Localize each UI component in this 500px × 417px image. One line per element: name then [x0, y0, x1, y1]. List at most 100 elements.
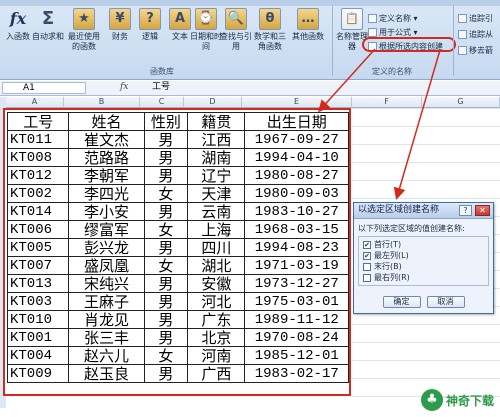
close-button[interactable]: ✕ — [475, 205, 490, 216]
header-cell[interactable]: 工号 — [6, 112, 70, 131]
table-cell[interactable]: 1980-09-03 — [244, 184, 349, 203]
header-cell[interactable]: 出生日期 — [244, 112, 349, 131]
header-cell[interactable]: 姓名 — [68, 112, 145, 131]
table-cell[interactable]: KT007 — [6, 256, 70, 275]
table-cell[interactable]: 男 — [143, 310, 189, 329]
ok-button[interactable]: 确定 — [382, 296, 421, 308]
table-cell[interactable]: 王麻子 — [68, 292, 145, 311]
table-cell[interactable]: KT013 — [6, 274, 70, 293]
table-cell[interactable]: KT005 — [6, 238, 70, 257]
table-cell[interactable]: 缪富军 — [68, 220, 145, 239]
table-cell[interactable]: 北京 — [187, 328, 246, 347]
table-cell[interactable]: 男 — [143, 274, 189, 293]
trace-dependents-command[interactable]: 追踪从 — [458, 28, 493, 40]
checkbox-left-column[interactable]: ✔ — [363, 251, 371, 260]
column-header-c[interactable]: C — [140, 97, 184, 108]
table-cell[interactable]: 男 — [143, 364, 189, 383]
table-cell[interactable]: 1970-08-24 — [244, 328, 349, 347]
table-cell[interactable]: 范路路 — [68, 148, 145, 167]
table-cell[interactable]: 崔文杰 — [68, 130, 145, 149]
table-cell[interactable]: 四川 — [187, 238, 246, 257]
table-cell[interactable]: 湖南 — [187, 148, 246, 167]
table-cell[interactable]: 天津 — [187, 184, 246, 203]
lookup-reference-button[interactable]: 🔍 查找与引用 — [218, 8, 254, 52]
table-cell[interactable]: 张三丰 — [68, 328, 145, 347]
table-cell[interactable]: 1971-03-19 — [244, 256, 349, 275]
table-cell[interactable]: 李小安 — [68, 202, 145, 221]
table-cell[interactable]: KT002 — [6, 184, 70, 203]
table-cell[interactable]: KT001 — [6, 328, 70, 347]
table-cell[interactable]: 1985-12-01 — [244, 346, 349, 365]
table-cell[interactable]: 赵六儿 — [68, 346, 145, 365]
trace-precedents-command[interactable]: 追踪引 — [458, 12, 493, 24]
table-cell[interactable]: 1983-02-17 — [244, 364, 349, 383]
checkbox-top-row[interactable]: ✔ — [363, 240, 371, 249]
table-cell[interactable]: 彭兴龙 — [68, 238, 145, 257]
table-cell[interactable]: 男 — [143, 148, 189, 167]
right-column-option[interactable]: 最右列(R) — [363, 272, 484, 283]
table-cell[interactable]: KT011 — [6, 130, 70, 149]
fx-icon[interactable]: fx — [120, 82, 128, 92]
table-cell[interactable]: KT009 — [6, 364, 70, 383]
dialog-titlebar[interactable]: 以选定区域创建名称 ? ✕ — [354, 203, 493, 219]
recent-functions-button[interactable]: ★ 最近使用的函数 — [66, 8, 102, 52]
table-cell[interactable]: 辽宁 — [187, 166, 246, 185]
table-cell[interactable]: 河北 — [187, 292, 246, 311]
table-cell[interactable]: 广西 — [187, 364, 246, 383]
define-name-command[interactable]: 定义名称 ▾ — [368, 12, 418, 24]
table-cell[interactable]: 1967-09-27 — [244, 130, 349, 149]
table-cell[interactable]: KT006 — [6, 220, 70, 239]
table-cell[interactable]: 李四光 — [68, 184, 145, 203]
formula-input[interactable]: 工号 — [152, 82, 170, 94]
table-cell[interactable]: 江西 — [187, 130, 246, 149]
table-cell[interactable]: 河南 — [187, 346, 246, 365]
table-cell[interactable]: 安徽 — [187, 274, 246, 293]
column-header-g[interactable]: G — [422, 97, 500, 108]
help-button[interactable]: ? — [459, 205, 472, 216]
table-cell[interactable]: KT004 — [6, 346, 70, 365]
table-cell[interactable]: 1994-04-10 — [244, 148, 349, 167]
remove-arrows-command[interactable]: 移去箭 — [458, 44, 493, 56]
table-cell[interactable]: 男 — [143, 166, 189, 185]
cancel-button[interactable]: 取消 — [426, 296, 465, 308]
table-cell[interactable]: 1989-11-12 — [244, 310, 349, 329]
column-header-d[interactable]: D — [184, 97, 242, 108]
checkbox-bottom-row[interactable] — [363, 262, 371, 271]
autosum-button[interactable]: Σ 自动求和 — [30, 8, 66, 42]
bottom-row-option[interactable]: 末行(B) — [363, 261, 484, 272]
math-trig-button[interactable]: θ 数学和三角函数 — [252, 8, 288, 52]
column-header-e[interactable]: E — [242, 97, 352, 108]
table-cell[interactable]: 1980-08-27 — [244, 166, 349, 185]
table-cell[interactable]: 男 — [143, 238, 189, 257]
table-cell[interactable]: 男 — [143, 202, 189, 221]
column-header-f[interactable]: F — [352, 97, 422, 108]
left-column-option[interactable]: ✔ 最左列(L) — [363, 250, 484, 261]
table-cell[interactable]: 1983-10-27 — [244, 202, 349, 221]
table-cell[interactable]: 男 — [143, 328, 189, 347]
table-cell[interactable]: KT003 — [6, 292, 70, 311]
table-cell[interactable]: 云南 — [187, 202, 246, 221]
header-cell[interactable]: 性别 — [143, 112, 189, 131]
table-cell[interactable]: 女 — [143, 184, 189, 203]
table-cell[interactable]: 1973-12-27 — [244, 274, 349, 293]
table-cell[interactable]: 宋纯兴 — [68, 274, 145, 293]
table-cell[interactable]: 1994-08-23 — [244, 238, 349, 257]
table-cell[interactable]: 1968-03-15 — [244, 220, 349, 239]
column-header-a[interactable]: A — [6, 97, 64, 108]
table-cell[interactable]: 上海 — [187, 220, 246, 239]
more-functions-button[interactable]: … 其他函数 — [290, 8, 326, 42]
table-cell[interactable]: 女 — [143, 256, 189, 275]
table-cell[interactable]: 李朝军 — [68, 166, 145, 185]
checkbox-right-column[interactable] — [363, 273, 371, 282]
table-cell[interactable]: 1975-03-01 — [244, 292, 349, 311]
name-box[interactable]: A1 — [2, 82, 86, 94]
table-cell[interactable]: 肖龙见 — [68, 310, 145, 329]
table-cell[interactable]: 男 — [143, 130, 189, 149]
table-cell[interactable]: 广东 — [187, 310, 246, 329]
table-cell[interactable]: 女 — [143, 346, 189, 365]
table-cell[interactable]: 盛凤凰 — [68, 256, 145, 275]
table-cell[interactable]: 赵玉良 — [68, 364, 145, 383]
table-cell[interactable]: 湖北 — [187, 256, 246, 275]
table-cell[interactable]: KT008 — [6, 148, 70, 167]
top-row-option[interactable]: ✔ 首行(T) — [363, 239, 484, 250]
